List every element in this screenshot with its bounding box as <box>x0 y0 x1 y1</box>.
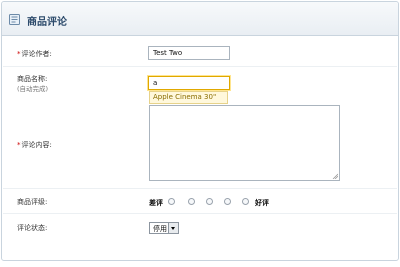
required-mark: * <box>17 141 21 149</box>
rating-radio-5[interactable] <box>242 198 249 205</box>
panel-header: 商品评论 <box>2 2 398 36</box>
page-icon <box>9 14 20 25</box>
chevron-down-icon <box>171 227 175 230</box>
row-divider <box>3 66 397 67</box>
autocomplete-suggestion[interactable]: Apple Cinema 30" <box>149 91 228 104</box>
page-title: 商品评论 <box>27 17 67 28</box>
content-label: *评论内容: <box>17 140 52 150</box>
review-form-panel: 商品评论 *评论作者: 商品名称: (自动完成) Apple Cinema 30… <box>1 1 399 261</box>
row-divider <box>3 213 397 214</box>
author-input[interactable] <box>148 46 230 60</box>
resize-grip-icon[interactable] <box>332 173 338 179</box>
author-label-text: 评论作者: <box>21 50 52 58</box>
rating-high-label: 好评 <box>255 199 269 207</box>
rating-label: 商品评级: <box>17 198 48 206</box>
dropdown-button[interactable] <box>168 223 178 233</box>
row-divider <box>3 188 397 189</box>
rating-radio-2[interactable] <box>188 198 195 205</box>
content-textarea[interactable] <box>149 105 340 181</box>
product-hint: (自动完成) <box>17 85 49 93</box>
product-name-input[interactable] <box>148 76 230 90</box>
content-label-text: 评论内容: <box>21 141 52 149</box>
rating-radio-3[interactable] <box>206 198 213 205</box>
required-mark: * <box>17 50 21 58</box>
status-selected-value: 停用 <box>153 225 167 233</box>
author-label: *评论作者: <box>17 49 52 59</box>
rating-radio-4[interactable] <box>224 198 231 205</box>
rating-low-label: 差评 <box>149 199 163 207</box>
status-select[interactable]: 停用 <box>149 222 179 234</box>
status-label: 评论状态: <box>17 224 48 232</box>
rating-radio-1[interactable] <box>168 198 175 205</box>
